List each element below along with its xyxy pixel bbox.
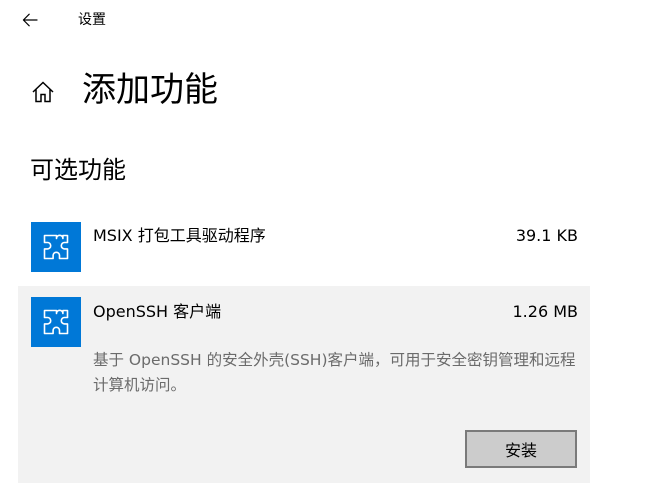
- back-arrow-icon: [22, 13, 38, 27]
- puzzle-icon: [43, 234, 69, 260]
- feature-icon-tile: [31, 222, 81, 272]
- home-button[interactable]: [26, 76, 60, 108]
- page-title: 添加功能: [82, 70, 218, 110]
- section-title: 可选功能: [30, 156, 126, 184]
- feature-size: 1.26 MB: [512, 302, 579, 321]
- feature-description: 基于 OpenSSH 的安全外壳(SSH)客户端，可用于安全密钥管理和远程计算机…: [93, 351, 576, 394]
- install-button[interactable]: 安装: [465, 430, 577, 468]
- feature-item-msix[interactable]: MSIX 打包工具驱动程序 39.1 KB: [18, 212, 590, 280]
- home-icon: [32, 81, 54, 103]
- window-title: 设置: [78, 12, 106, 28]
- feature-size: 39.1 KB: [515, 226, 578, 245]
- feature-name: MSIX 打包工具驱动程序: [93, 226, 266, 245]
- feature-name: OpenSSH 客户端: [93, 302, 222, 321]
- title-bar: 设置: [0, 0, 665, 40]
- back-button[interactable]: [12, 6, 48, 34]
- feature-item-openssh[interactable]: OpenSSH 客户端 1.26 MB 基于 OpenSSH 的安全外壳(SSH…: [18, 286, 590, 483]
- feature-icon-tile: [31, 297, 81, 347]
- puzzle-icon: [43, 309, 69, 335]
